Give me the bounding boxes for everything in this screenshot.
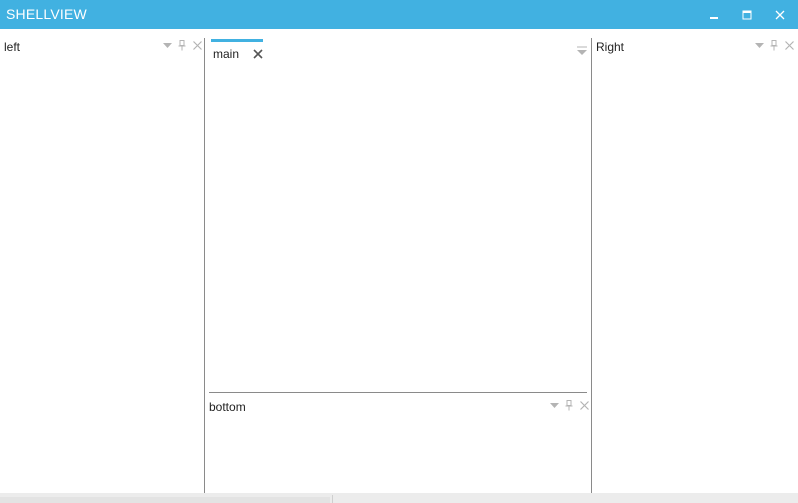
right-pane-actions [752,40,797,51]
bottom-pane-close-button[interactable] [577,400,591,411]
tab-main-label: main [213,47,240,61]
right-pane-dropdown-button[interactable] [752,40,766,51]
bottom-pane-dropdown-button[interactable] [547,400,561,411]
window-close-button[interactable] [765,0,795,29]
minimize-button[interactable] [699,0,729,29]
close-icon [784,41,794,50]
maximize-icon [742,10,752,19]
bottom-pane-pin-button[interactable] [562,400,576,411]
bottom-pane-title: bottom [209,400,246,414]
left-pane-dropdown-button[interactable] [160,40,174,51]
tab-list-icon [577,46,587,55]
bottom-pane: bottom [205,393,591,493]
left-pane: left [0,29,204,493]
dropdown-icon [549,402,559,408]
pin-icon [178,40,186,51]
right-pane-close-button[interactable] [782,40,796,51]
window-title: SHELLVIEW [6,6,87,22]
dropdown-icon [754,42,764,48]
dropdown-icon [162,42,172,48]
tab-list-button[interactable] [576,45,588,55]
title-bar: SHELLVIEW [0,0,798,29]
right-pane: Right [592,29,798,493]
pin-icon [770,40,778,51]
status-progress-track [0,497,330,503]
left-pane-actions [160,40,205,51]
maximize-button[interactable] [732,0,762,29]
right-pane-title: Right [596,40,625,54]
close-icon [253,49,263,59]
bottom-pane-actions [547,400,592,411]
close-icon [579,401,589,410]
status-separator [332,495,333,503]
left-pane-close-button[interactable] [190,40,204,51]
left-pane-title: left [4,40,21,54]
tab-main-close-button[interactable] [252,48,264,60]
left-pane-pin-button[interactable] [175,40,189,51]
pin-icon [565,400,573,411]
close-icon [192,41,202,50]
close-icon [775,10,785,19]
status-bar [0,493,798,503]
right-pane-pin-button[interactable] [767,40,781,51]
main-document-pane: main [205,29,591,392]
minimize-icon [710,16,718,19]
tab-main[interactable]: main [211,39,263,61]
